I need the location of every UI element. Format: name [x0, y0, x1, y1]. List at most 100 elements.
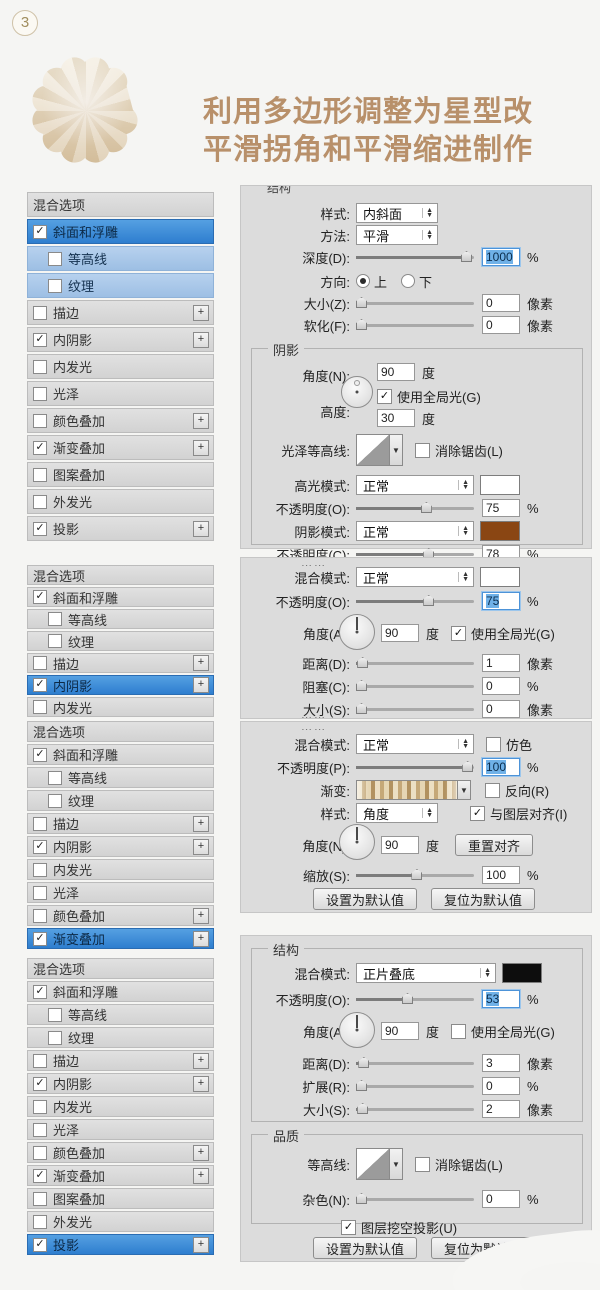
size-slider[interactable]	[356, 1102, 474, 1116]
blend-mode-select[interactable]: 正片叠底▲▼	[356, 963, 496, 983]
opacity-value[interactable]: 75	[482, 592, 520, 610]
reset-alignment-button[interactable]: 重置对齐	[455, 834, 533, 856]
list-item-texture[interactable]: 纹理	[27, 790, 214, 811]
expand-plus-icon[interactable]: +	[193, 332, 209, 348]
direction-down-radio[interactable]	[401, 274, 415, 288]
size-slider[interactable]	[356, 702, 474, 716]
list-item-bevel-emboss[interactable]: ✓斜面和浮雕	[27, 981, 214, 1002]
list-item-stroke[interactable]: 描边+	[27, 300, 214, 325]
expand-plus-icon[interactable]: +	[193, 413, 209, 429]
align-with-layer-checkbox[interactable]: ✓	[470, 806, 485, 821]
list-item-outer-glow[interactable]: 外发光	[27, 489, 214, 514]
expand-plus-icon[interactable]: +	[193, 677, 209, 693]
checkbox[interactable]	[33, 387, 47, 401]
drop-shadow-color-swatch[interactable]	[502, 963, 542, 983]
anti-alias-checkbox[interactable]	[415, 443, 430, 458]
size-value[interactable]: 0	[482, 294, 520, 312]
checkbox[interactable]: ✓	[33, 441, 47, 455]
contour-dropdown-icon[interactable]: ▼	[390, 1148, 403, 1180]
blend-mode-select[interactable]: 正常▲▼	[356, 734, 474, 754]
list-item-pattern-overlay[interactable]: 图案叠加	[27, 462, 214, 487]
gloss-contour-swatch[interactable]	[356, 434, 390, 466]
opacity-value[interactable]: 100	[482, 758, 520, 776]
use-global-light-checkbox[interactable]: ✓	[451, 626, 466, 641]
checkbox[interactable]: ✓	[33, 225, 47, 239]
choke-slider[interactable]	[356, 679, 474, 693]
angle-dial[interactable]	[339, 614, 375, 650]
list-item-satin[interactable]: 光泽	[27, 882, 214, 903]
checkbox[interactable]	[33, 1100, 47, 1114]
checkbox[interactable]	[33, 909, 47, 923]
expand-plus-icon[interactable]: +	[193, 839, 209, 855]
checkbox[interactable]	[33, 1054, 47, 1068]
size-value[interactable]: 0	[482, 700, 520, 718]
soften-value[interactable]: 0	[482, 316, 520, 334]
expand-plus-icon[interactable]: +	[193, 1076, 209, 1092]
depth-slider[interactable]	[356, 250, 474, 264]
shadow-mode-select[interactable]: 正常▲▼	[356, 521, 474, 541]
checkbox[interactable]	[33, 700, 47, 714]
scale-slider[interactable]	[356, 868, 474, 882]
checkbox[interactable]	[33, 1215, 47, 1229]
highlight-color-swatch[interactable]	[480, 475, 520, 495]
checkbox[interactable]: ✓	[33, 522, 47, 536]
list-item-satin[interactable]: 光泽	[27, 381, 214, 406]
angle-value[interactable]: 90	[381, 1022, 419, 1040]
altitude-value[interactable]: 30	[377, 409, 415, 427]
expand-plus-icon[interactable]: +	[193, 1145, 209, 1161]
highlight-opacity-value[interactable]: 75	[482, 499, 520, 517]
dither-checkbox[interactable]	[486, 737, 501, 752]
list-item-blending-options[interactable]: 混合选项	[27, 721, 214, 742]
angle-dial[interactable]	[339, 824, 375, 860]
distance-value[interactable]: 3	[482, 1054, 520, 1072]
opacity-value[interactable]: 53	[482, 990, 520, 1008]
checkbox[interactable]	[33, 863, 47, 877]
list-item-texture[interactable]: 纹理	[27, 1027, 214, 1048]
list-item-bevel-emboss[interactable]: ✓斜面和浮雕	[27, 219, 214, 244]
reset-default-button[interactable]: 复位为默认值	[431, 888, 535, 910]
list-item-contour[interactable]: 等高线	[27, 246, 214, 271]
blend-mode-select[interactable]: 正常▲▼	[356, 567, 474, 587]
checkbox[interactable]	[48, 771, 62, 785]
checkbox[interactable]	[33, 360, 47, 374]
list-item-outer-glow[interactable]: 外发光	[27, 1211, 214, 1232]
checkbox[interactable]	[48, 252, 62, 266]
reverse-checkbox[interactable]	[485, 783, 500, 798]
distance-slider[interactable]	[356, 656, 474, 670]
choke-value[interactable]: 0	[482, 677, 520, 695]
checkbox[interactable]: ✓	[33, 678, 47, 692]
list-item-inner-glow[interactable]: 内发光	[27, 697, 214, 717]
list-item-blending-options[interactable]: 混合选项	[27, 958, 214, 979]
list-item-contour[interactable]: 等高线	[27, 1004, 214, 1025]
noise-value[interactable]: 0	[482, 1190, 520, 1208]
checkbox[interactable]	[33, 1146, 47, 1160]
expand-plus-icon[interactable]: +	[193, 908, 209, 924]
set-default-button[interactable]: 设置为默认值	[313, 1237, 417, 1259]
size-value[interactable]: 2	[482, 1100, 520, 1118]
list-item-inner-shadow[interactable]: ✓内阴影+	[27, 836, 214, 857]
list-item-stroke[interactable]: 描边+	[27, 1050, 214, 1071]
list-item-bevel-emboss[interactable]: ✓斜面和浮雕	[27, 744, 214, 765]
spread-value[interactable]: 0	[482, 1077, 520, 1095]
contour-dropdown-icon[interactable]: ▼	[390, 434, 403, 466]
list-item-color-overlay[interactable]: 颜色叠加+	[27, 905, 214, 926]
expand-plus-icon[interactable]: +	[193, 1053, 209, 1069]
list-item-contour[interactable]: 等高线	[27, 609, 214, 629]
list-item-pattern-overlay[interactable]: 图案叠加	[27, 1188, 214, 1209]
list-item-gradient-overlay[interactable]: ✓渐变叠加+	[27, 1165, 214, 1186]
distance-slider[interactable]	[356, 1056, 474, 1070]
expand-plus-icon[interactable]: +	[193, 655, 209, 671]
checkbox[interactable]	[33, 414, 47, 428]
list-item-satin[interactable]: 光泽	[27, 1119, 214, 1140]
checkbox[interactable]: ✓	[33, 748, 47, 762]
angle-value[interactable]: 90	[381, 624, 419, 642]
list-item-color-overlay[interactable]: 颜色叠加+	[27, 1142, 214, 1163]
expand-plus-icon[interactable]: +	[193, 521, 209, 537]
checkbox[interactable]	[48, 279, 62, 293]
list-item-inner-shadow[interactable]: ✓内阴影+	[27, 327, 214, 352]
shadow-color-swatch[interactable]	[480, 521, 520, 541]
checkbox[interactable]: ✓	[33, 1169, 47, 1183]
list-item-contour[interactable]: 等高线	[27, 767, 214, 788]
list-item-stroke[interactable]: 描边+	[27, 813, 214, 834]
checkbox[interactable]: ✓	[33, 985, 47, 999]
